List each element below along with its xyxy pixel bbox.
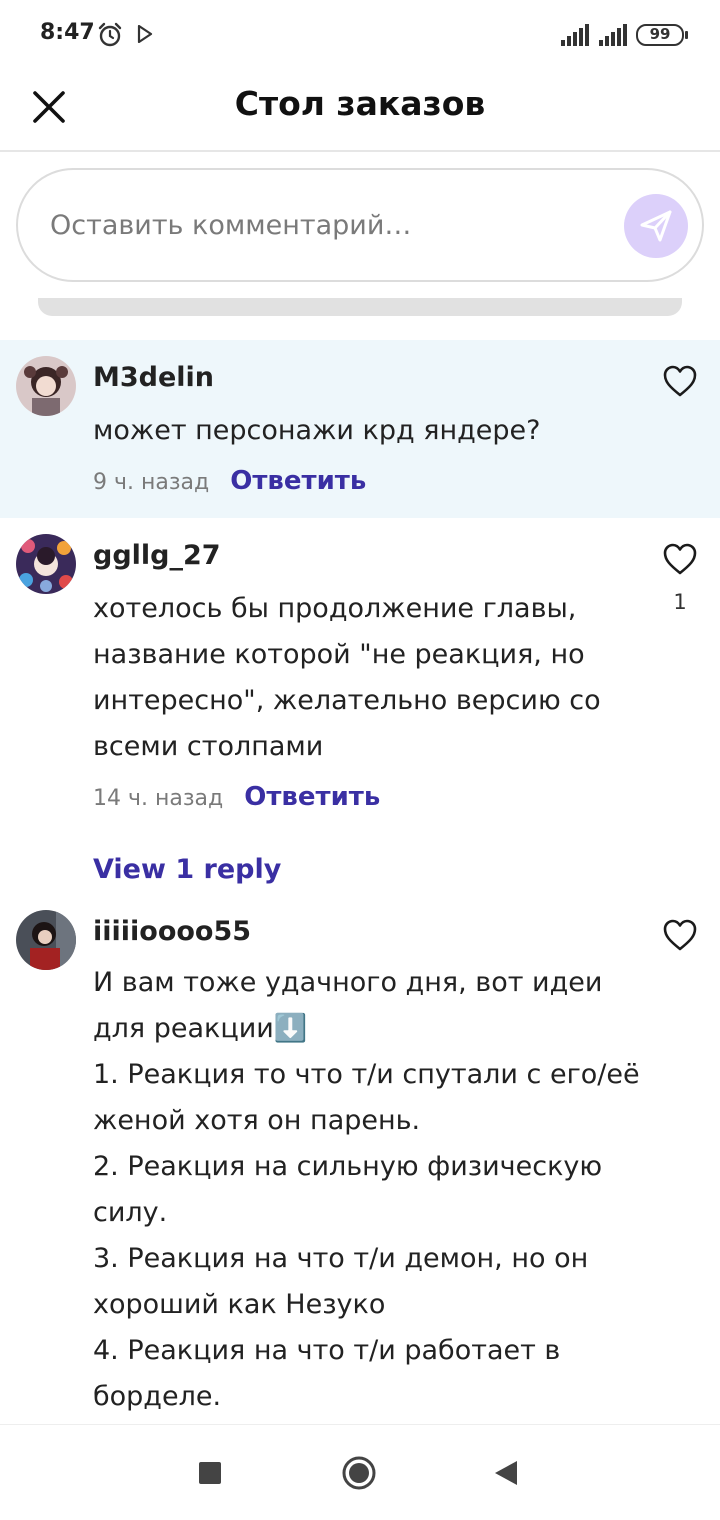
view-replies-button[interactable]: View 1 reply: [93, 854, 281, 885]
comment-item: M3delin может персонажи крд яндере? 9 ч.…: [0, 340, 720, 518]
heart-icon[interactable]: [662, 542, 698, 576]
comment-username[interactable]: iiiiioooo55: [93, 916, 251, 947]
system-nav-bar: [0, 1424, 720, 1520]
comment-item: ggllg_27 хотелось бы продолжение главы, …: [0, 518, 720, 902]
comment-input[interactable]: [50, 202, 590, 248]
avatar[interactable]: [16, 534, 76, 594]
page-title: Стол заказов: [234, 84, 486, 123]
comment-text: может персонажи крд яндере?: [93, 415, 541, 446]
comment-timestamp: 9 ч. назад: [93, 470, 210, 495]
comment-meta: 9 ч. назад Ответить: [93, 466, 366, 496]
comment-timestamp: 14 ч. назад: [93, 786, 224, 811]
comment-meta: 14 ч. назад Ответить: [93, 782, 380, 812]
send-button[interactable]: [624, 194, 688, 258]
reply-button[interactable]: Ответить: [244, 782, 380, 812]
avatar[interactable]: [16, 356, 76, 416]
battery-icon: 99: [636, 24, 688, 46]
signal-icon: [599, 24, 627, 46]
recent-apps-button[interactable]: [199, 1462, 221, 1484]
heart-icon[interactable]: [662, 364, 698, 398]
like-count: 1: [673, 590, 687, 614]
reply-button[interactable]: Ответить: [230, 466, 366, 496]
send-icon: [640, 210, 672, 242]
comment-composer: [16, 168, 704, 282]
status-bar: 8:47 99: [0, 0, 720, 70]
comment-text: хотелось бы продолжение главы, название …: [93, 593, 601, 762]
status-time: 8:47: [40, 20, 95, 45]
header: Стол заказов: [0, 70, 720, 152]
comment-username[interactable]: M3delin: [93, 362, 214, 393]
home-button[interactable]: [341, 1455, 377, 1491]
signal-icon: [561, 24, 589, 46]
avatar[interactable]: [16, 910, 76, 970]
back-button[interactable]: [493, 1459, 519, 1487]
heart-icon[interactable]: [662, 918, 698, 952]
composer-shadow: [38, 298, 682, 316]
alarm-clock-icon: [98, 22, 122, 47]
comment-text: И вам тоже удачного дня, вот идеи для ре…: [93, 967, 640, 1412]
comment-item: iiiiioooo55 И вам тоже удачного дня, вот…: [0, 902, 720, 1422]
comment-username[interactable]: ggllg_27: [93, 540, 221, 571]
play-store-icon: [137, 25, 153, 43]
